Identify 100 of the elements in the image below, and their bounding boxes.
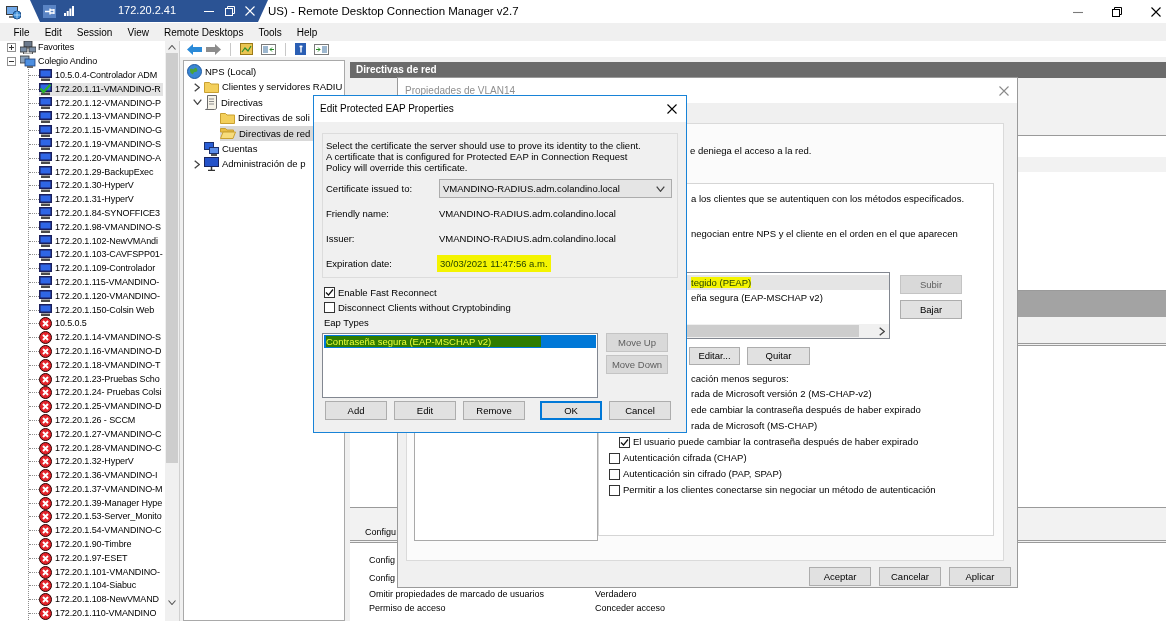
server-item[interactable]: 172.20.1.120-VMANDINO- [39, 289, 162, 303]
menu-item[interactable]: Remote Desktops [156, 24, 251, 40]
server-item[interactable]: 10.5.0.5 [39, 317, 89, 331]
menu-item[interactable]: Help [289, 24, 325, 40]
server-item[interactable]: 172.20.1.24- Pruebas Colsi [39, 386, 164, 400]
tree-item[interactable]: Administración de p [204, 156, 309, 172]
server-item[interactable]: 172.20.1.97-ESET [39, 551, 130, 565]
server-item[interactable]: 172.20.1.54-VMANDINO-C [39, 524, 164, 538]
pane-icon[interactable] [261, 43, 276, 55]
tree-item[interactable]: Cuentas [204, 141, 261, 157]
server-item[interactable]: 172.20.1.109-Controlador [39, 262, 158, 276]
server-item[interactable]: 172.20.1.14-VMANDINO-S [39, 331, 163, 345]
chevron-right-icon[interactable] [194, 82, 200, 92]
server-item[interactable]: 172.20.1.108-NewVMAND [39, 593, 161, 607]
server-item[interactable]: 172.20.1.19-VMANDINO-S [39, 137, 163, 151]
list-item[interactable]: Contraseña segura (EAP-MSCHAP v2) [324, 335, 596, 348]
close-icon[interactable] [1151, 6, 1161, 17]
server-item[interactable]: 172.20.1.20-VMANDINO-A [39, 151, 163, 165]
accept-button[interactable]: Aceptar [809, 567, 871, 586]
description-text: negocian entre NPS y el cliente en el orden en el que aparecen [691, 227, 958, 241]
server-item[interactable]: 172.20.1.13-VMANDINO-P [39, 110, 163, 124]
server-item[interactable]: 172.20.1.103-CAVFSPP01- [39, 248, 165, 262]
remove-button[interactable]: Quitar [747, 347, 810, 365]
collapse-icon[interactable] [7, 57, 16, 67]
tree-item[interactable]: Clientes y servidores RADIU [204, 79, 346, 95]
server-item[interactable]: 172.20.1.84-SYNOFFICE3 [39, 206, 162, 220]
server-item[interactable]: 172.20.1.36-VMANDINO-I [39, 469, 160, 483]
chevron-right-icon[interactable] [194, 159, 200, 169]
close-icon[interactable] [667, 104, 677, 114]
server-item[interactable]: 172.20.1.23-Pruebas Scho [39, 372, 162, 386]
menu-item[interactable]: Tools [250, 24, 290, 40]
server-item[interactable]: 172.20.1.26 - SCCM [39, 413, 138, 427]
chevron-down-icon[interactable] [192, 99, 202, 106]
pane-icon[interactable] [314, 43, 329, 55]
checkbox[interactable] [609, 468, 620, 480]
server-item[interactable]: 172.20.1.18-VMANDINO-T [39, 358, 163, 372]
server-item[interactable]: 172.20.1.37-VMANDINO-M [39, 482, 165, 496]
remove-button[interactable]: Remove [463, 401, 525, 420]
server-item[interactable]: 172.20.1.98-VMANDINO-S [39, 220, 163, 234]
server-item[interactable]: 172.20.1.39-Manager Hype [39, 496, 165, 510]
move-down-button[interactable]: Bajar [900, 300, 962, 319]
checkbox[interactable] [609, 484, 620, 496]
scroll-right-icon[interactable] [879, 326, 885, 336]
add-button[interactable]: Add [325, 401, 387, 420]
back-arrow-icon[interactable] [187, 43, 202, 55]
server-item[interactable]: 172.20.1.104-Siabuc [39, 579, 139, 593]
server-item[interactable]: 172.20.1.31-HyperV [39, 193, 136, 207]
page-icon[interactable] [295, 43, 306, 55]
server-item[interactable]: 172.20.1.110-VMANDINO [39, 607, 159, 621]
server-item[interactable]: 172.20.1.11-VMANDINO-R [39, 82, 163, 96]
server-item[interactable]: 172.20.1.25-VMANDINO-D [39, 400, 164, 414]
scroll-up-icon[interactable] [168, 45, 176, 50]
expand-icon[interactable] [7, 43, 16, 53]
edit-button[interactable]: Edit [394, 401, 456, 420]
ok-button[interactable]: OK [540, 401, 602, 420]
scroll-down-icon[interactable] [168, 600, 176, 605]
checkbox[interactable] [324, 302, 335, 313]
cancel-button[interactable]: Cancel [609, 401, 671, 420]
server-item[interactable]: 172.20.1.115-VMANDINO- [39, 275, 162, 289]
server-item[interactable]: 172.20.1.101-VMANDINO- [39, 565, 162, 579]
checkbox[interactable] [324, 287, 335, 298]
picture-tile-icon[interactable] [240, 43, 253, 55]
server-item[interactable]: 172.20.1.12-VMANDINO-P [39, 96, 163, 110]
tree-item[interactable]: Directivas de red [220, 125, 314, 141]
tree-item[interactable]: Directivas [204, 94, 266, 110]
server-item[interactable]: 172.20.1.27-VMANDINO-C [39, 427, 164, 441]
menu-item[interactable]: Edit [37, 24, 70, 40]
cancel-button[interactable]: Cancelar [879, 567, 941, 586]
server-item[interactable]: 172.20.1.30-HyperV [39, 179, 136, 193]
scrollbar-thumb[interactable] [166, 53, 178, 463]
server-item[interactable]: 172.20.1.32-HyperV [39, 455, 136, 469]
server-item[interactable]: 172.20.1.150-Colsin Web [39, 303, 157, 317]
server-item[interactable]: 172.20.1.53-Server_Monito [39, 510, 164, 524]
computer-icon [5, 3, 21, 20]
scrollbar[interactable] [165, 41, 179, 621]
checkbox[interactable] [619, 436, 630, 448]
restore-icon[interactable] [225, 6, 236, 16]
chevron-down-icon[interactable] [656, 185, 665, 192]
menu-item[interactable]: File [6, 24, 38, 40]
tree-item[interactable]: Directivas de soli [220, 110, 313, 126]
server-item[interactable]: 172.20.1.28-VMANDINO-C [39, 441, 164, 455]
server-item[interactable]: 10.5.0.4-Controlador ADM [39, 69, 160, 82]
menu-item[interactable]: Session [69, 24, 120, 40]
edit-button[interactable]: Editar... [689, 347, 740, 365]
tree-item[interactable]: Colegio Andino [16, 55, 100, 69]
server-item[interactable]: 172.20.1.15-VMANDINO-G [39, 124, 164, 138]
server-item[interactable]: 172.20.1.16-VMANDINO-D [39, 344, 164, 358]
server-item[interactable]: 172.20.1.29-BackupExec [39, 165, 156, 179]
checkbox[interactable] [609, 452, 620, 464]
tree-item[interactable]: Favorites [16, 41, 77, 55]
list-box[interactable]: Contraseña segura (EAP-MSCHAP v2) [322, 333, 598, 398]
tree-item[interactable]: NPS (Local) [187, 64, 260, 80]
server-item[interactable]: 172.20.1.90-Timbre [39, 538, 134, 552]
forward-arrow-icon[interactable] [206, 43, 221, 55]
certificate-dropdown[interactable]: VMANDINO-RADIUS.adm.colandino.local [439, 179, 672, 198]
server-item[interactable]: 172.20.1.102-NewVMAndi [39, 234, 160, 248]
menu-item[interactable]: View [119, 24, 157, 40]
apply-button[interactable]: Aplicar [949, 567, 1011, 586]
pin-icon[interactable] [43, 4, 56, 18]
restore-icon[interactable] [1112, 6, 1122, 17]
